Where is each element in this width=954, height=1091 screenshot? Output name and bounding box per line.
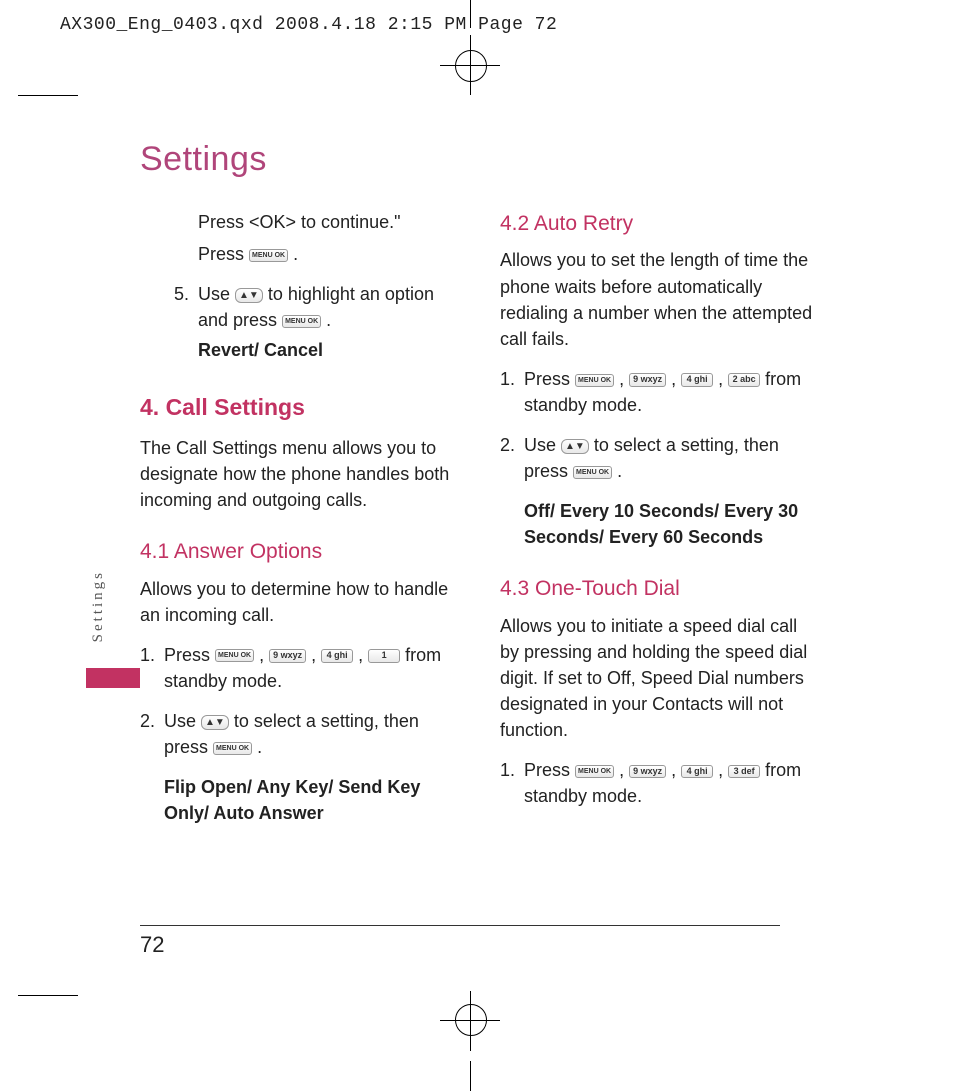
- step-number: 1.: [500, 366, 524, 418]
- crop-mark: [470, 1061, 471, 1091]
- step-number: 2.: [140, 708, 164, 826]
- body-text: The Call Settings menu allows you to des…: [140, 435, 460, 513]
- body-text: Allows you to initiate a speed dial call…: [500, 613, 820, 743]
- column-left: Press <OK> to continue." Press MENU OK .…: [140, 209, 460, 826]
- step-1: 1. Press MENU OK , 9 wxyz , 4 ghi , 3 de…: [500, 757, 820, 809]
- key-2-icon: 2 abc: [728, 373, 760, 387]
- nav-key-icon: ▲▼: [561, 439, 589, 454]
- page-title: Settings: [140, 140, 840, 179]
- side-tab: Settings: [90, 570, 106, 642]
- crop-mark: [470, 991, 471, 1051]
- body-text: Press <OK> to continue.": [198, 209, 460, 235]
- menu-ok-key-icon: MENU OK: [282, 315, 321, 328]
- key-4-icon: 4 ghi: [681, 765, 713, 779]
- key-4-icon: 4 ghi: [321, 649, 353, 663]
- step-1: 1. Press MENU OK , 9 wxyz , 4 ghi , 1 fr…: [140, 642, 460, 694]
- step-number: 1.: [500, 757, 524, 809]
- print-header: AX300_Eng_0403.qxd 2008.4.18 2:15 PM Pag…: [60, 15, 557, 35]
- menu-ok-key-icon: MENU OK: [573, 466, 612, 479]
- side-tab-marker: [86, 668, 140, 688]
- key-9-icon: 9 wxyz: [629, 765, 666, 779]
- crop-mark: [18, 95, 78, 96]
- step-number: 1.: [140, 642, 164, 694]
- body-text: Allows you to determine how to handle an…: [140, 576, 460, 628]
- key-9-icon: 9 wxyz: [629, 373, 666, 387]
- step-2: 2. Use ▲▼ to select a setting, then pres…: [500, 432, 820, 550]
- step-options: Flip Open/ Any Key/ Send Key Only/ Auto …: [164, 774, 460, 826]
- column-right: 4.2 Auto Retry Allows you to set the len…: [500, 209, 820, 826]
- key-1-icon: 1: [368, 649, 400, 663]
- crop-mark: [18, 995, 78, 996]
- side-tab-label: Settings: [90, 570, 107, 642]
- step-options: Off/ Every 10 Seconds/ Every 30 Seconds/…: [524, 498, 820, 550]
- step-2: 2. Use ▲▼ to select a setting, then pres…: [140, 708, 460, 826]
- page-number: 72: [140, 925, 780, 958]
- registration-mark: [455, 50, 487, 82]
- menu-ok-key-icon: MENU OK: [213, 742, 252, 755]
- step-5: 5. Use ▲▼ to highlight an option and pre…: [140, 281, 460, 363]
- page-content: Settings Settings Press <OK> to continue…: [140, 140, 840, 930]
- step-number: 5.: [174, 281, 198, 363]
- nav-key-icon: ▲▼: [235, 288, 263, 303]
- key-3-icon: 3 def: [728, 765, 760, 779]
- key-4-icon: 4 ghi: [681, 373, 713, 387]
- heading-one-touch-dial: 4.3 One-Touch Dial: [500, 574, 820, 604]
- menu-ok-key-icon: MENU OK: [575, 374, 614, 387]
- crop-mark: [470, 0, 471, 28]
- step-number: 2.: [500, 432, 524, 550]
- key-9-icon: 9 wxyz: [269, 649, 306, 663]
- step-options: Revert/ Cancel: [198, 337, 460, 363]
- nav-key-icon: ▲▼: [201, 715, 229, 730]
- heading-auto-retry: 4.2 Auto Retry: [500, 209, 820, 239]
- body-text: Allows you to set the length of time the…: [500, 247, 820, 351]
- menu-ok-key-icon: MENU OK: [215, 649, 254, 662]
- body-text: Press MENU OK .: [198, 241, 460, 267]
- step-1: 1. Press MENU OK , 9 wxyz , 4 ghi , 2 ab…: [500, 366, 820, 418]
- menu-ok-key-icon: MENU OK: [575, 765, 614, 778]
- heading-call-settings: 4. Call Settings: [140, 391, 460, 424]
- heading-answer-options: 4.1 Answer Options: [140, 537, 460, 567]
- menu-ok-key-icon: MENU OK: [249, 249, 288, 262]
